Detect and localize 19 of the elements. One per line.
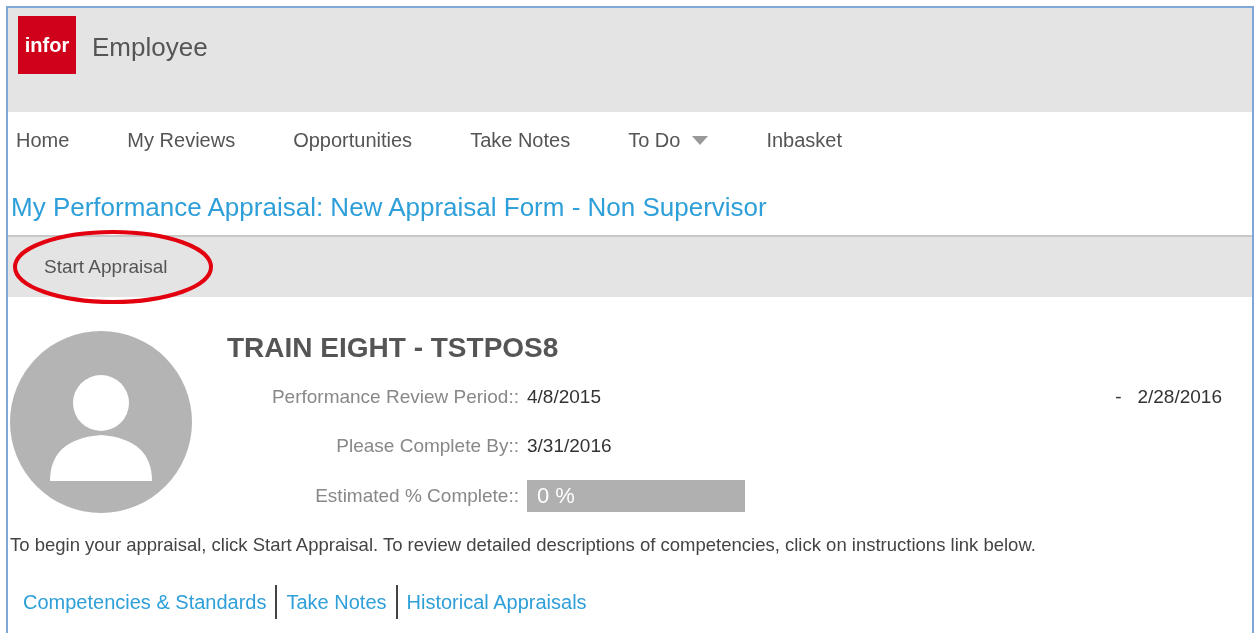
field-value: - 2/28/2016 bbox=[1115, 385, 1222, 409]
app-title: Employee bbox=[92, 31, 208, 64]
page-title: My Performance Appraisal: New Appraisal Form - Non Supervisor bbox=[10, 191, 768, 224]
nav-link[interactable]: Take Notes bbox=[470, 125, 571, 155]
logo: infor bbox=[18, 16, 76, 74]
field-label: Please Complete By:: bbox=[335, 433, 520, 458]
nav-link[interactable]: To Do bbox=[628, 125, 709, 155]
field-label: Performance Review Period:: bbox=[270, 385, 520, 409]
nav-link[interactable]: Opportunities bbox=[293, 125, 413, 155]
employee-name: TRAIN EIGHT - TSTPOS8 bbox=[227, 331, 560, 365]
caret-icon bbox=[692, 135, 709, 145]
nav-link[interactable]: Home bbox=[16, 125, 70, 155]
nav-link[interactable]: Inbasket bbox=[766, 125, 843, 155]
instructions-text: To begin your appraisal, click Start Appraisal. To review detailed descriptions of competencies, click on instructions link below. bbox=[9, 533, 1037, 557]
field-value: 4/8/2015 bbox=[527, 385, 602, 409]
field-value: 3/31/2016 bbox=[527, 433, 613, 458]
field-label: Estimated % Complete:: bbox=[314, 483, 520, 508]
progress-text: 0 % bbox=[536, 483, 575, 508]
nav-link[interactable]: My Reviews bbox=[127, 125, 236, 155]
